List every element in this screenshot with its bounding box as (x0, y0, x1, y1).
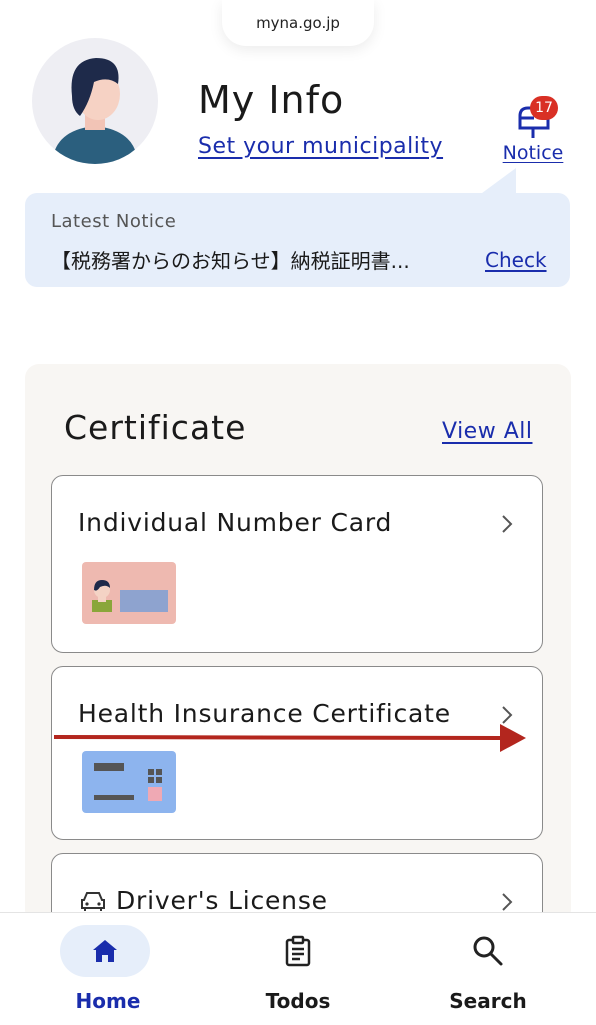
set-municipality-link[interactable]: Set your municipality (198, 134, 443, 159)
nav-label: Home (75, 989, 141, 1013)
latest-notice-heading: Latest Notice (51, 211, 177, 232)
chevron-right-icon (502, 515, 513, 533)
clipboard-icon (285, 935, 311, 967)
home-icon (93, 940, 117, 962)
annotation-arrow (54, 724, 526, 752)
car-icon (81, 892, 105, 911)
nav-label: Todos (265, 989, 331, 1013)
nav-label: Search (449, 989, 527, 1013)
chevron-right-icon (502, 893, 513, 911)
certificate-title: Certificate (64, 408, 247, 447)
user-avatar-icon (52, 58, 138, 164)
insurance-card-icon (82, 751, 176, 813)
page-title: My Info (198, 78, 345, 122)
avatar (32, 38, 158, 164)
view-all-link[interactable]: View All (442, 419, 532, 444)
individual-number-card-item[interactable]: Individual Number Card (51, 475, 543, 653)
card-label: Driver's License (116, 886, 328, 915)
latest-notice-banner[interactable]: Latest Notice 【税務署からのお知らせ】納税証明書... Check (25, 193, 570, 287)
card-label: Individual Number Card (78, 508, 393, 537)
notice-label: Notice (502, 142, 564, 164)
notice-count-badge: 17 (530, 96, 558, 120)
url-text: myna.go.jp (256, 14, 340, 32)
notice-bubble-tail (478, 168, 516, 196)
id-card-icon (82, 562, 176, 624)
bottom-navigation: Home Todos Search (0, 912, 596, 1025)
latest-notice-text: 【税務署からのお知らせ】納税証明書... (51, 249, 410, 273)
certificate-section: Certificate View All Individual Number C… (25, 364, 571, 933)
check-link[interactable]: Check (485, 248, 547, 272)
search-icon (473, 936, 503, 966)
url-bar[interactable]: myna.go.jp (222, 0, 374, 46)
notice-button[interactable]: 17 Notice (500, 96, 566, 166)
